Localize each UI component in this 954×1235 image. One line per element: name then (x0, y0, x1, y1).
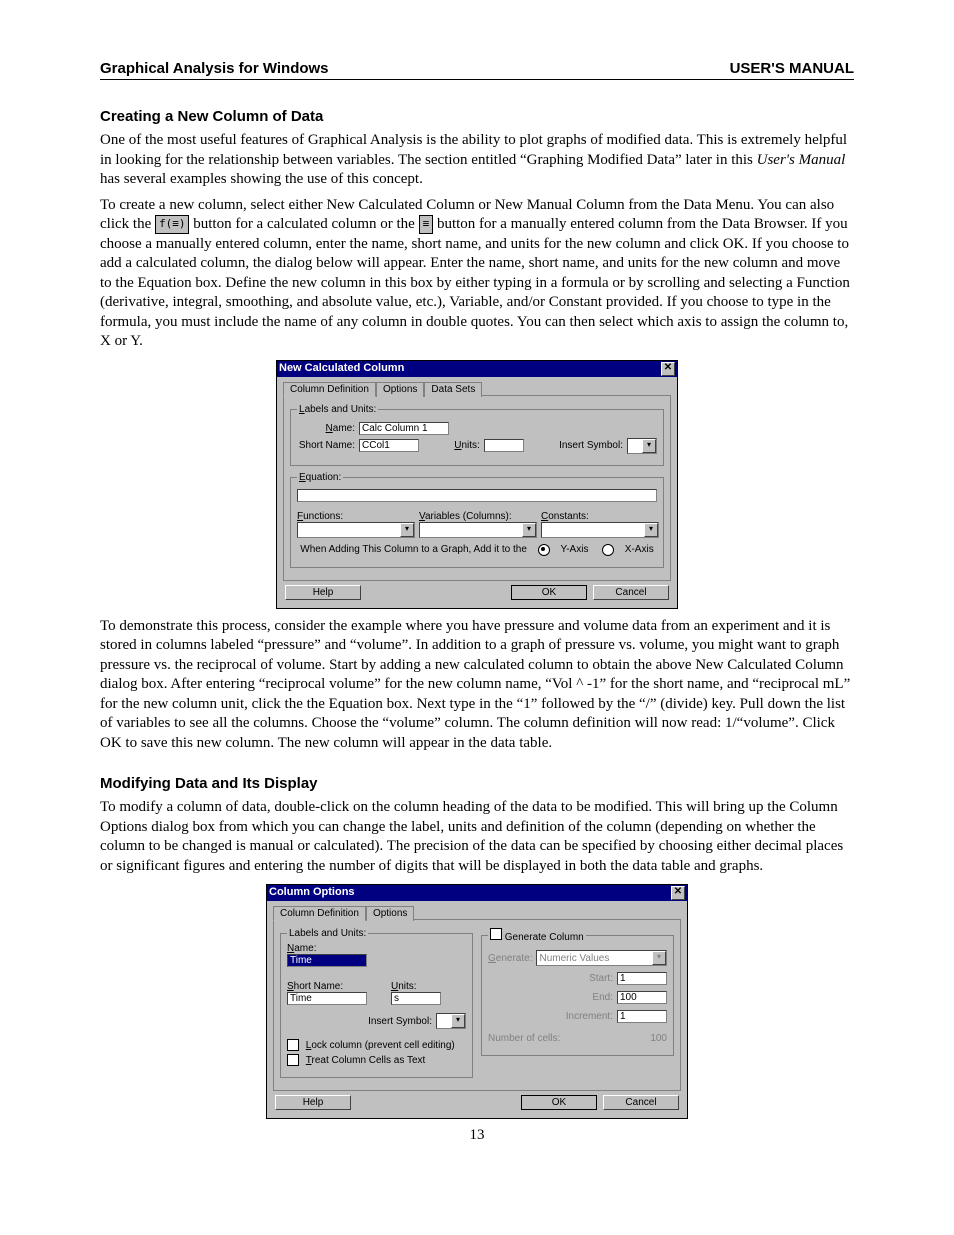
increment-input[interactable] (617, 1010, 667, 1023)
page-number: 13 (100, 1127, 854, 1144)
insert-symbol-label: Insert Symbol: (559, 440, 623, 451)
generate-label: Generate: (488, 953, 532, 964)
chevron-down-icon: ▾ (644, 523, 658, 537)
close-icon[interactable]: ✕ (671, 886, 685, 900)
tab-data-sets[interactable]: Data Sets (424, 382, 482, 397)
tab-options[interactable]: Options (376, 382, 424, 397)
yaxis-radio[interactable] (538, 544, 550, 556)
tab-column-definition[interactable]: Column Definition (273, 906, 366, 921)
chevron-down-icon: ▾ (522, 523, 536, 537)
end-input[interactable] (617, 991, 667, 1004)
lock-column-checkbox[interactable] (287, 1039, 299, 1051)
variables-dropdown[interactable]: ▾ (419, 522, 537, 538)
dialog-title: Column Options (269, 886, 355, 900)
equation-input[interactable] (297, 489, 657, 502)
tab-column-definition[interactable]: Column Definition (283, 382, 376, 397)
units-label: Units: (391, 981, 417, 992)
number-of-cells-value: 100 (650, 1033, 667, 1044)
paragraph: To modify a column of data, double-click… (100, 798, 854, 876)
header-right: USER'S MANUAL (730, 60, 854, 77)
name-input[interactable] (287, 954, 367, 967)
labels-units-group: Labels and Units: Name: Short Name: Unit… (290, 404, 664, 466)
chevron-down-icon: ▾ (642, 439, 656, 453)
functions-label: Functions: (297, 511, 343, 522)
section-heading-creating: Creating a New Column of Data (100, 108, 854, 125)
column-options-dialog: Column Options ✕ Column Definition Optio… (266, 884, 688, 1119)
chevron-down-icon: ▾ (652, 951, 666, 965)
dialog-tabs: Column Definition Options Data Sets (283, 381, 671, 396)
insert-symbol-label: Insert Symbol: (368, 1016, 432, 1027)
name-label: Name: (297, 423, 355, 434)
start-label: Start: (589, 973, 613, 984)
treat-as-text-checkbox[interactable] (287, 1054, 299, 1066)
manual-column-toolbar-icon: ≡ (419, 215, 434, 233)
paragraph: To create a new column, select either Ne… (100, 196, 854, 352)
tab-options[interactable]: Options (366, 906, 414, 921)
lock-column-label: Lock column (prevent cell editing) (303, 1040, 455, 1051)
constants-label: Constants: (541, 511, 589, 522)
units-label: Units: (454, 440, 480, 451)
generate-dropdown[interactable]: Numeric Values▾ (536, 950, 667, 966)
calc-column-toolbar-icon: f(≡) (155, 215, 190, 233)
cancel-button[interactable]: Cancel (603, 1095, 679, 1110)
short-name-label: Short Name: (297, 440, 355, 451)
name-label: Name: (287, 943, 316, 954)
new-calculated-column-dialog: New Calculated Column ✕ Column Definitio… (276, 360, 678, 609)
labels-units-group: Labels and Units: Name: Short Name: Unit… (280, 928, 473, 1078)
start-input[interactable] (617, 972, 667, 985)
number-of-cells-label: Number of cells: (488, 1033, 560, 1044)
generate-column-group: Generate Column Generate: Numeric Values… (481, 928, 674, 1056)
short-name-label: Short Name: (287, 981, 343, 992)
short-name-input[interactable] (287, 992, 367, 1005)
xaxis-radio[interactable] (602, 544, 614, 556)
equation-group: Equation: Functions: ▾ Variables (Column… (290, 472, 664, 568)
units-input[interactable] (391, 992, 441, 1005)
dialog-titlebar: New Calculated Column ✕ (277, 361, 677, 377)
functions-dropdown[interactable]: ▾ (297, 522, 415, 538)
help-button[interactable]: Help (275, 1095, 351, 1110)
ok-button[interactable]: OK (511, 585, 587, 600)
variables-label: Variables (Columns): (419, 511, 512, 522)
ok-button[interactable]: OK (521, 1095, 597, 1110)
insert-symbol-dropdown[interactable]: ▾ (627, 438, 657, 454)
dialog-title: New Calculated Column (279, 362, 404, 376)
paragraph: One of the most useful features of Graph… (100, 131, 854, 190)
constants-dropdown[interactable]: ▾ (541, 522, 659, 538)
paragraph: To demonstrate this process, consider th… (100, 617, 854, 754)
section-heading-modifying: Modifying Data and Its Display (100, 775, 854, 792)
page-header: Graphical Analysis for Windows USER'S MA… (100, 60, 854, 80)
close-icon[interactable]: ✕ (661, 362, 675, 376)
chevron-down-icon: ▾ (451, 1014, 465, 1028)
header-left: Graphical Analysis for Windows (100, 60, 329, 77)
end-label: End: (592, 992, 613, 1003)
add-to-graph-label: When Adding This Column to a Graph, Add … (300, 544, 527, 555)
help-button[interactable]: Help (285, 585, 361, 600)
insert-symbol-dropdown[interactable]: ▾ (436, 1013, 466, 1029)
generate-column-checkbox[interactable] (490, 928, 502, 940)
cancel-button[interactable]: Cancel (593, 585, 669, 600)
treat-as-text-label: Treat Column Cells as Text (303, 1055, 425, 1066)
chevron-down-icon: ▾ (400, 523, 414, 537)
increment-label: Increment: (566, 1011, 613, 1022)
dialog-titlebar: Column Options ✕ (267, 885, 687, 901)
units-input[interactable] (484, 439, 524, 452)
short-name-input[interactable] (359, 439, 419, 452)
name-input[interactable] (359, 422, 449, 435)
